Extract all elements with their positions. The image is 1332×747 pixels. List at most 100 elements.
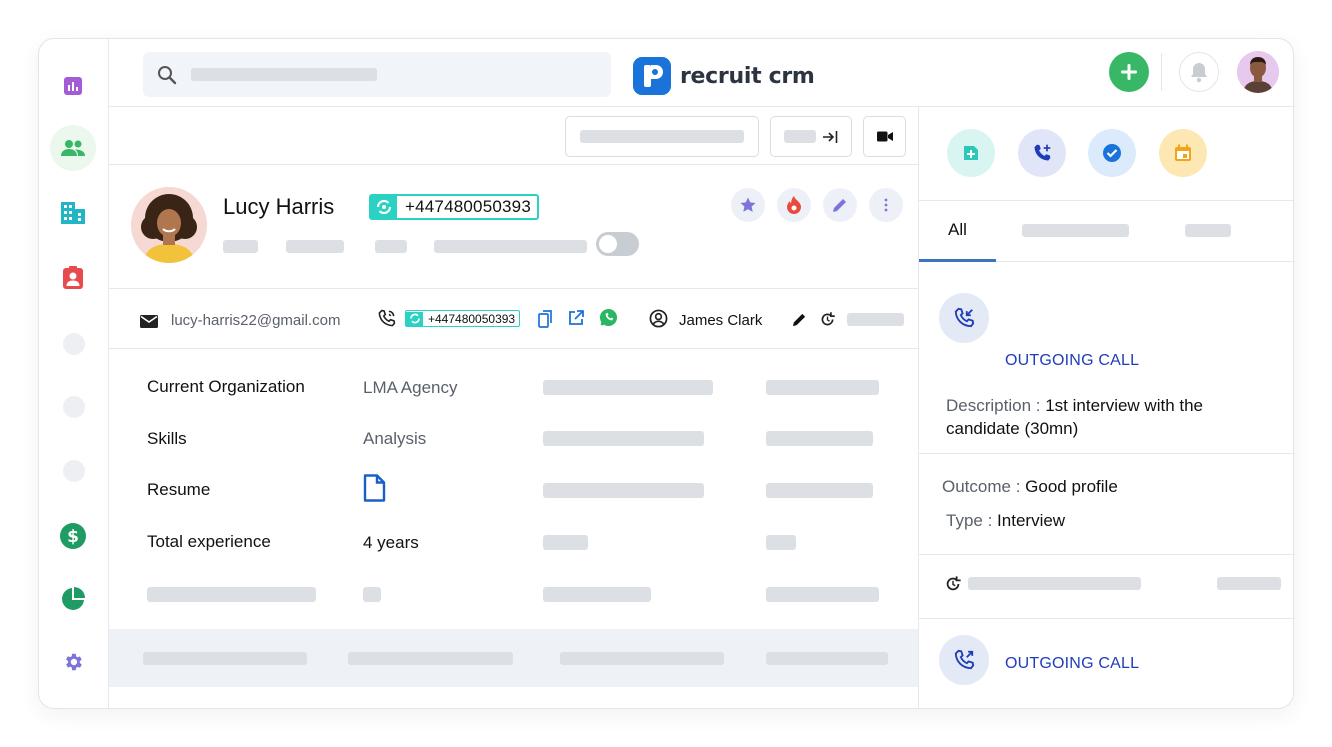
placeholder-bar — [766, 431, 873, 446]
log-call-button[interactable] — [1018, 129, 1066, 177]
edit-button[interactable] — [823, 188, 857, 222]
divider — [919, 618, 1293, 619]
contact-phone-number: +447480050393 — [428, 311, 516, 326]
whatsapp-icon[interactable] — [599, 308, 618, 327]
video-call-button[interactable] — [863, 116, 906, 157]
sidebar-item-companies[interactable] — [50, 190, 96, 236]
star-icon — [740, 197, 756, 212]
add-task-button[interactable] — [1088, 129, 1136, 177]
activity-type: OUTGOING CALL — [1005, 352, 1140, 369]
sidebar-item-settings[interactable] — [50, 639, 96, 685]
tab-all[interactable]: All — [919, 201, 996, 262]
sidebar-placeholder[interactable] — [63, 333, 85, 355]
hot-button[interactable] — [777, 188, 811, 222]
notifications-button[interactable] — [1179, 52, 1219, 92]
placeholder-bar — [348, 652, 513, 665]
phone-call-icon[interactable] — [377, 309, 396, 328]
toolbar-action-button[interactable] — [565, 116, 759, 157]
placeholder-bar — [766, 535, 796, 550]
placeholder-bar — [766, 652, 888, 665]
sidebar-item-billing[interactable]: $ — [50, 513, 96, 559]
dollar-icon: $ — [60, 523, 86, 549]
bar-chart-icon — [64, 77, 82, 95]
sidebar-item-reports[interactable] — [50, 63, 96, 109]
owner-name: James Clark — [679, 312, 763, 329]
calendar-icon — [1175, 144, 1191, 161]
placeholder-bar — [560, 652, 724, 665]
logo[interactable]: recruit crm — [633, 57, 815, 95]
logo-mark-icon — [633, 57, 671, 95]
favorite-button[interactable] — [731, 188, 765, 222]
user-circle-icon — [649, 309, 668, 328]
copy-icon[interactable] — [538, 310, 553, 328]
refresh-icon[interactable] — [819, 311, 836, 328]
profile-header: Lucy Harris +447480050393 — [109, 165, 918, 289]
outcome-value: Good profile — [1025, 477, 1118, 496]
sidebar-placeholder[interactable] — [63, 396, 85, 418]
outgoing-call-icon — [954, 649, 975, 670]
gear-icon — [66, 653, 82, 671]
type-value: Interview — [997, 511, 1066, 530]
sidebar: $ — [39, 39, 109, 708]
toolbar-export-button[interactable] — [770, 116, 852, 157]
outgoing-call-icon — [954, 307, 975, 328]
toggle-switch[interactable] — [596, 232, 639, 256]
search-box[interactable] — [143, 52, 611, 97]
tab-placeholder[interactable] — [1185, 224, 1231, 237]
more-options-button[interactable] — [869, 188, 903, 222]
add-note-button[interactable] — [947, 129, 995, 177]
field-value-skills: Analysis — [363, 429, 427, 448]
app-window: $ recruit crm Lucy Harris +447480050393 … — [38, 38, 1294, 709]
sidebar-placeholder[interactable] — [63, 460, 85, 482]
sync-icon — [371, 196, 397, 218]
schedule-meeting-button[interactable] — [1159, 129, 1207, 177]
sidebar-item-analytics[interactable] — [50, 576, 96, 622]
tab-placeholder[interactable] — [1022, 224, 1129, 237]
user-avatar[interactable] — [1237, 51, 1279, 93]
placeholder-bar — [543, 483, 704, 498]
outcome-label: Outcome : — [942, 477, 1021, 496]
placeholder-bar — [434, 240, 587, 253]
placeholder-bar — [363, 587, 381, 602]
placeholder-bar — [543, 587, 651, 602]
description-label: Description : — [946, 396, 1041, 415]
bell-icon — [1191, 63, 1207, 83]
pencil-icon — [833, 199, 846, 212]
phone-number: +447480050393 — [405, 197, 531, 216]
mail-icon — [140, 315, 158, 328]
sidebar-item-candidates[interactable] — [50, 125, 96, 171]
history-icon — [946, 576, 961, 591]
table-header-strip — [109, 629, 918, 687]
sidebar-item-contacts[interactable] — [50, 254, 96, 300]
activity-type: OUTGOING CALL — [1005, 655, 1140, 672]
field-label-current-organization: Current Organization — [147, 377, 305, 396]
field-label-skills: Skills — [147, 429, 187, 448]
candidate-main: Lucy Harris +447480050393 lucy-harris22@… — [109, 107, 919, 708]
placeholder-bar — [543, 535, 588, 550]
toolbar — [109, 107, 918, 165]
pencil-icon[interactable] — [792, 312, 807, 327]
people-icon — [61, 140, 85, 156]
add-button[interactable] — [1109, 52, 1149, 92]
document-icon[interactable] — [363, 474, 386, 502]
flame-icon — [787, 196, 801, 214]
placeholder-bar — [766, 587, 879, 602]
activity-type-field: Type : Interview — [946, 509, 1065, 532]
video-camera-icon — [876, 131, 893, 142]
search-input[interactable] — [189, 60, 589, 88]
external-link-icon[interactable] — [568, 310, 584, 326]
candidate-email[interactable]: lucy-harris22@gmail.com — [171, 312, 340, 329]
placeholder-bar — [847, 313, 904, 326]
candidate-avatar — [131, 187, 207, 263]
placeholder-bar — [766, 380, 879, 395]
contact-phone-badge[interactable]: +447480050393 — [405, 310, 521, 327]
outgoing-call-icon-badge — [939, 635, 989, 685]
candidate-name: Lucy Harris — [223, 194, 335, 219]
button-placeholder-bar — [784, 130, 816, 143]
sync-icon — [406, 311, 423, 326]
plus-icon — [1121, 64, 1137, 80]
phone-badge[interactable]: +447480050393 — [369, 194, 539, 220]
placeholder-bar — [766, 483, 873, 498]
building-icon — [61, 202, 85, 224]
placeholder-bar — [543, 431, 704, 446]
